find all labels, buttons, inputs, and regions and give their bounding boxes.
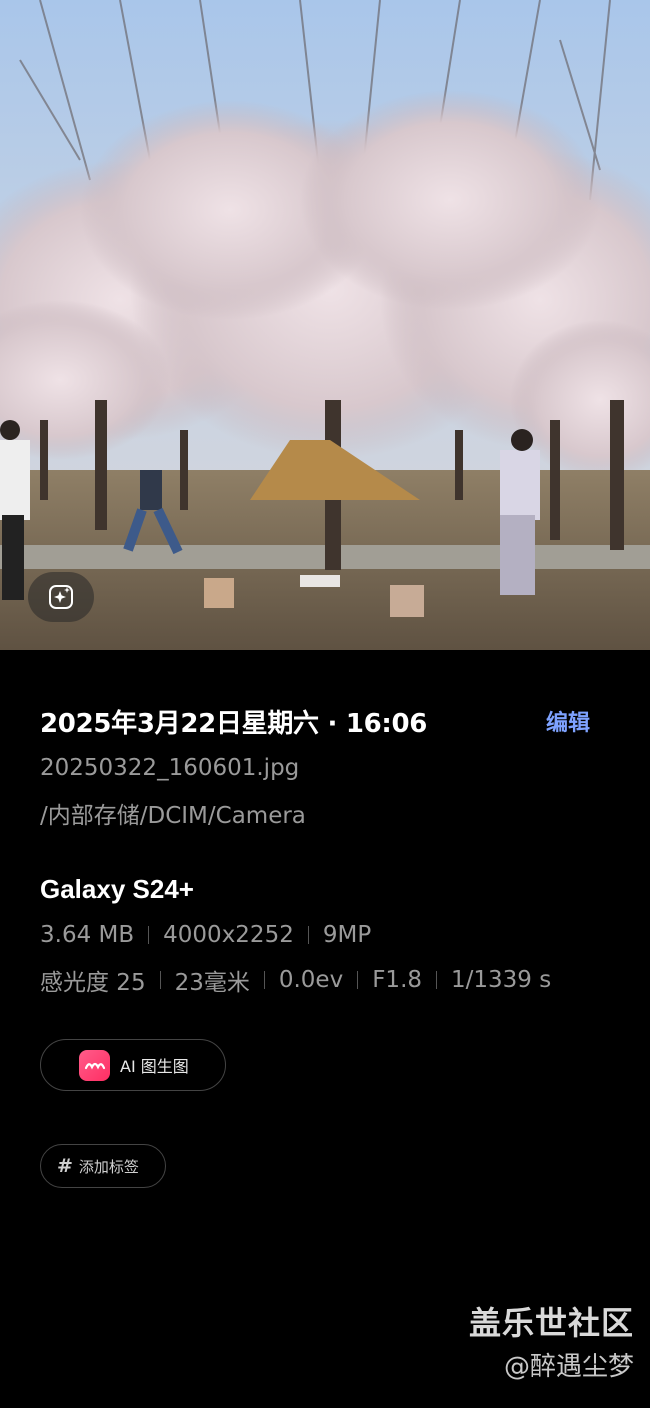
edit-button[interactable]: 编辑 <box>546 706 590 742</box>
focal-length: 23毫米 <box>174 970 250 996</box>
iso-value: 感光度 25 <box>40 970 146 996</box>
file-size: 3.64 MB <box>40 922 135 948</box>
filename-label: 20250322_160601.jpg <box>40 755 300 781</box>
photo-image <box>0 0 650 650</box>
ai-enhance-button[interactable] <box>28 572 94 622</box>
details-panel: 2025年3月22日星期六 · 16:06 编辑 20250322_160601… <box>0 650 650 1408</box>
ai-sparkle-icon <box>49 585 73 609</box>
meitu-app-icon <box>79 1049 110 1081</box>
filepath-label: /内部存储/DCIM/Camera <box>40 803 306 829</box>
photo-preview[interactable] <box>0 0 650 650</box>
datetime-label: 2025年3月22日星期六 · 16:06 <box>40 709 428 739</box>
megapixels: 9MP <box>322 922 372 948</box>
hashtag-icon: # <box>57 1155 73 1177</box>
divider <box>357 971 359 989</box>
meta-row-file: 3.64 MB 4000x2252 9MP <box>40 922 371 948</box>
divider <box>307 926 309 944</box>
ai-image-to-image-button[interactable]: AI 图生图 <box>40 1039 226 1091</box>
watermark-author: @醉遇尘梦 <box>503 1352 634 1382</box>
add-tag-label: 添加标签 <box>78 1157 139 1176</box>
exposure-value: 0.0ev <box>278 967 344 993</box>
aperture: F1.8 <box>372 967 423 993</box>
divider <box>263 971 265 989</box>
shutter-speed: 1/1339 s <box>451 967 552 993</box>
meta-row-exposure: 感光度 25 23毫米 0.0ev F1.8 1/1339 s <box>40 963 551 997</box>
resolution: 4000x2252 <box>163 922 294 948</box>
add-tag-button[interactable]: # 添加标签 <box>40 1144 166 1188</box>
device-name: Galaxy S24+ <box>40 874 194 904</box>
date-row: 2025年3月22日星期六 · 16:06 编辑 <box>40 706 600 742</box>
divider <box>159 971 161 989</box>
watermark-title: 盖乐世社区 <box>468 1304 634 1342</box>
divider <box>148 926 150 944</box>
divider <box>436 971 438 989</box>
ai-button-label: AI 图生图 <box>120 1057 189 1076</box>
